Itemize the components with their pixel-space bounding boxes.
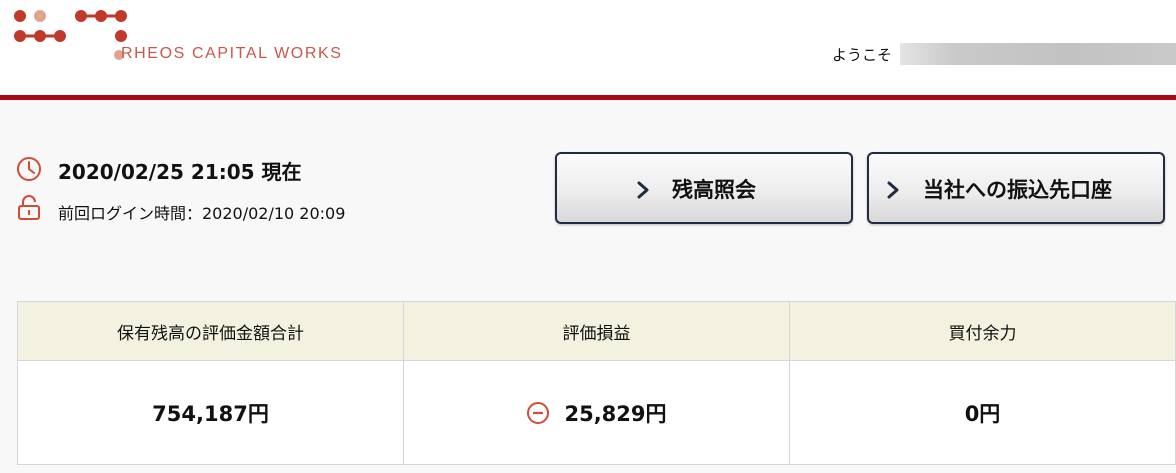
last-login-time: 前回ログイン時間：2020/02/10 20:09 — [58, 204, 346, 223]
redacted-user-name — [900, 43, 1176, 65]
current-datetime: 2020/02/25 21:05 現在 — [58, 160, 302, 184]
header-total-valuation: 保有残高の評価金額合計 — [17, 301, 404, 361]
logo-text: RHEOS CAPITAL WORKS — [121, 45, 343, 62]
unrealized-pl-cell: 25,829円 — [403, 360, 790, 465]
header-divider — [0, 95, 1176, 100]
asset-summary-table: 保有残高の評価金額合計 評価損益 買付余力 754,187円 25,829円 0… — [17, 301, 1176, 465]
clock-icon — [17, 157, 41, 181]
summary-header-row: 保有残高の評価金額合計 評価損益 買付余力 — [17, 301, 1176, 361]
transfer-account-label: 当社への振込先口座 — [923, 178, 1112, 202]
transfer-account-button[interactable]: 当社への振込先口座 — [867, 152, 1165, 224]
balance-inquiry-button[interactable]: 残高照会 — [555, 152, 853, 224]
total-valuation-cell: 754,187円 — [17, 360, 404, 465]
chevron-right-icon — [637, 181, 649, 199]
unrealized-pl-value: 25,829円 — [564, 401, 667, 426]
unlock-icon — [18, 195, 40, 220]
balance-inquiry-label: 残高照会 — [672, 178, 756, 202]
header-unrealized-pl: 評価損益 — [403, 301, 790, 361]
buying-power-cell: 0円 — [789, 360, 1176, 465]
minus-circle-icon — [527, 401, 550, 424]
site-header: RHEOS CAPITAL WORKS ようこそ — [0, 0, 1176, 95]
chevron-right-icon — [887, 181, 899, 199]
buying-power-value: 0円 — [964, 401, 1001, 426]
summary-value-row: 754,187円 25,829円 0円 — [17, 360, 1176, 465]
welcome-text: ようこそ — [832, 46, 893, 64]
header-buying-power: 買付余力 — [789, 301, 1176, 361]
total-valuation-value: 754,187円 — [152, 401, 269, 426]
